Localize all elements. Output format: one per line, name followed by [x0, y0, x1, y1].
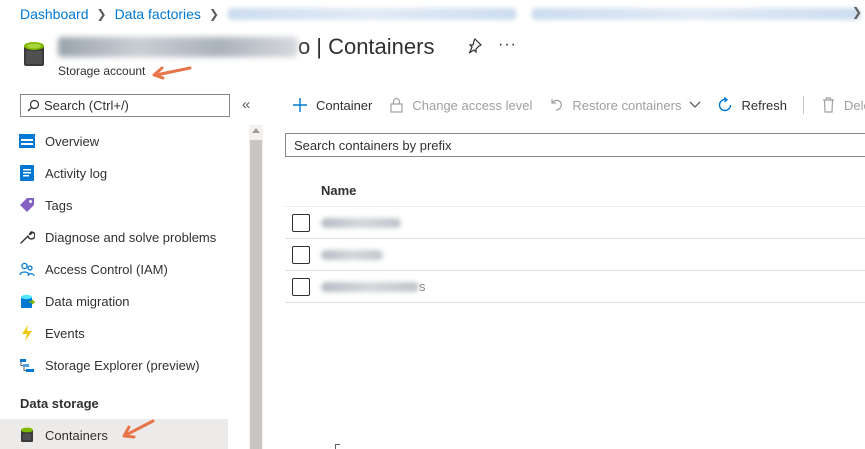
column-header-name[interactable]: Name: [321, 183, 356, 198]
sidebar-item-iam[interactable]: Access Control (IAM): [0, 253, 248, 285]
lock-icon: [388, 97, 404, 113]
sidebar-item-label: Activity log: [45, 165, 108, 181]
search-icon: [27, 99, 40, 112]
container-icon: [19, 427, 35, 443]
sidebar-nav: Overview Activity log Tags Diagnose and …: [0, 125, 248, 449]
chevron-down-icon: [690, 101, 701, 108]
sidebar-item-label: Events: [45, 325, 85, 341]
row-checkbox[interactable]: [292, 213, 310, 232]
table-row[interactable]: s: [285, 271, 865, 303]
delete-label: Delete: [844, 97, 865, 113]
row-checkbox[interactable]: [292, 245, 310, 264]
chevron-right-icon: ❯: [851, 5, 862, 19]
sidebar-item-label: Storage Explorer (preview): [45, 357, 200, 373]
command-bar: Container Change access level Restore co…: [292, 93, 865, 117]
breadcrumb-blurred-segment[interactable]: [227, 8, 517, 20]
sidebar-item-storage-explorer[interactable]: Storage Explorer (preview): [0, 349, 248, 381]
container-name-tail: s: [419, 279, 426, 294]
more-icon[interactable]: ···: [498, 36, 517, 54]
toolbar-divider: [803, 96, 804, 114]
storage-explorer-icon: [19, 357, 35, 373]
container-name-blurred[interactable]: [321, 217, 401, 228]
add-container-label: Container: [316, 97, 373, 113]
sidebar-item-tags[interactable]: Tags: [0, 189, 248, 221]
breadcrumb-data-factories[interactable]: Data factories: [115, 6, 201, 22]
overview-icon: [19, 133, 35, 149]
refresh-label: Refresh: [741, 97, 787, 113]
plus-icon: [292, 97, 308, 113]
sidebar-item-label: Diagnose and solve problems: [45, 229, 217, 245]
restore-containers-button[interactable]: Restore containers: [548, 97, 701, 113]
table-header: Name: [285, 174, 865, 207]
restore-icon: [548, 97, 564, 113]
title-text: | Containers: [316, 34, 435, 59]
tag-icon: [19, 197, 35, 213]
people-icon: [19, 261, 35, 277]
table-row[interactable]: [285, 207, 865, 239]
sidebar-item-label: Access Control (IAM): [45, 261, 168, 277]
add-container-button[interactable]: Container: [292, 97, 372, 113]
collapse-sidebar-button[interactable]: «: [242, 96, 250, 113]
pin-icon[interactable]: [466, 38, 482, 54]
sidebar-item-label: Containers: [45, 427, 108, 443]
scroll-up-icon[interactable]: [252, 128, 260, 133]
sidebar-item-overview[interactable]: Overview: [0, 125, 248, 157]
breadcrumb-blurred-segment[interactable]: [531, 8, 861, 20]
activity-log-icon: [19, 165, 35, 181]
resource-type: Storage account: [58, 64, 146, 78]
mouse-cursor-icon: [335, 444, 340, 449]
breadcrumb-dashboard[interactable]: Dashboard: [20, 6, 89, 22]
sidebar-item-activity-log[interactable]: Activity log: [0, 157, 248, 189]
sidebar-search-input[interactable]: [44, 98, 224, 113]
page-title: o | Containers: [58, 32, 434, 62]
title-tail: o: [298, 34, 311, 59]
sidebar-section-data-storage: Data storage: [20, 395, 99, 411]
sidebar-item-events[interactable]: Events: [0, 317, 248, 349]
sidebar-item-containers[interactable]: Containers: [0, 419, 228, 449]
sidebar-scrollbar-thumb[interactable]: [250, 140, 262, 449]
table-row[interactable]: [285, 239, 865, 271]
sidebar-item-diagnose[interactable]: Diagnose and solve problems: [0, 221, 248, 253]
change-access-level-button[interactable]: Change access level: [388, 97, 532, 113]
annotation-arrow-icon: [152, 66, 192, 80]
container-name-blurred[interactable]: [321, 249, 383, 260]
sidebar-item-data-migration[interactable]: Data migration: [0, 285, 248, 317]
change-access-level-label: Change access level: [412, 97, 533, 113]
sidebar-item-label: Overview: [45, 133, 100, 149]
container-name-blurred[interactable]: [321, 281, 419, 292]
container-search[interactable]: [285, 133, 865, 157]
wrench-icon: [19, 229, 35, 245]
lightning-icon: [19, 325, 35, 341]
row-checkbox[interactable]: [292, 277, 310, 296]
trash-icon: [820, 97, 836, 113]
sidebar-item-label: Data migration: [45, 293, 130, 309]
container-search-input[interactable]: [294, 137, 865, 153]
resource-name-blurred: [58, 37, 298, 57]
refresh-button[interactable]: Refresh: [717, 97, 787, 113]
chevron-right-icon: ❯: [208, 7, 219, 21]
breadcrumb: Dashboard ❯ Data factories ❯: [20, 5, 861, 23]
sidebar-item-label: Tags: [45, 197, 73, 213]
data-migration-icon: [19, 293, 35, 309]
restore-containers-label: Restore containers: [572, 97, 682, 113]
annotation-arrow-icon: [122, 419, 155, 439]
chevron-right-icon: ❯: [96, 7, 107, 21]
containers-table: Name s: [285, 174, 865, 303]
refresh-icon: [717, 97, 733, 113]
delete-button[interactable]: Delete: [820, 97, 865, 113]
sidebar-search[interactable]: [20, 94, 230, 117]
storage-account-icon: [24, 42, 44, 66]
